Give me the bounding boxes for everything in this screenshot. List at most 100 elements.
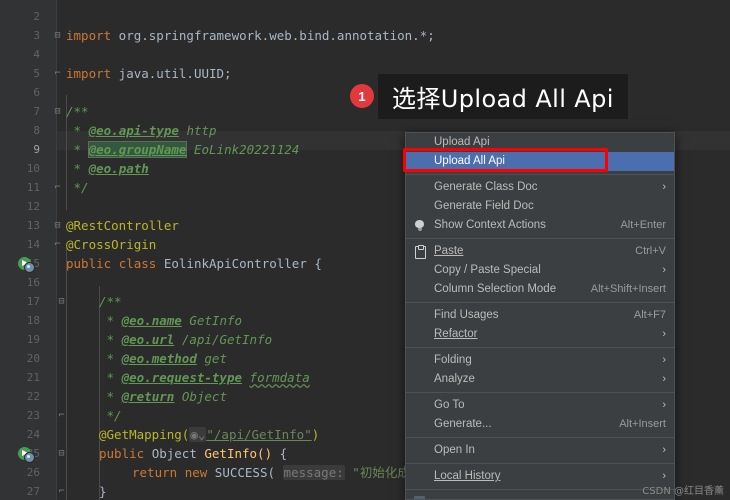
menu-item-column-selection-mode[interactable]: Column Selection Mode Alt+Shift+Insert (406, 280, 674, 299)
fold-end-icon[interactable]: ⌐ (52, 235, 63, 254)
menu-item-icon-slot (406, 178, 434, 197)
menu-separator (406, 437, 674, 438)
menu-item-icon-slot (406, 216, 434, 235)
line-number: 11 (26, 181, 40, 194)
menu-item-label: Refactor (434, 328, 478, 340)
menu-item-label: Copy / Paste Special (434, 264, 541, 276)
annotation-highlight-box (403, 148, 608, 172)
menu-item-shortcut: Alt+Shift+Insert (590, 283, 666, 295)
menu-separator (406, 238, 674, 239)
watermark: CSDN @红目香薰 (642, 486, 724, 497)
menu-item-paste[interactable]: Paste Ctrl+V (406, 242, 674, 261)
menu-item-icon-slot (406, 261, 434, 280)
clipboard-icon (415, 244, 426, 259)
menu-item-icon-slot (406, 441, 434, 460)
fold-marker-icon[interactable]: ⊟ (56, 444, 67, 463)
line-number: 3 (33, 29, 40, 42)
menu-item-generate-class-doc[interactable]: Generate Class Doc › (406, 178, 674, 197)
menu-separator (406, 489, 674, 490)
menu-item-shortcut: Alt+Enter (620, 219, 666, 231)
chevron-right-icon: › (662, 181, 666, 193)
line-number: 2 (33, 10, 40, 23)
menu-item-icon-slot (406, 493, 434, 499)
menu-item-icon-slot (406, 370, 434, 389)
parameter-hint: message: (282, 465, 345, 480)
line-number: 19 (26, 333, 40, 346)
menu-item-label: Generate Class Doc (434, 181, 538, 193)
menu-item-label: Analyze (434, 373, 475, 385)
chevron-right-icon: › (662, 470, 666, 482)
lightbulb-icon (415, 220, 424, 231)
run-spring-bean-icon[interactable] (18, 447, 35, 463)
menu-item-generate-field-doc[interactable]: Generate Field Doc (406, 197, 674, 216)
menu-item-icon-slot (406, 306, 434, 325)
chevron-right-icon: › (662, 264, 666, 276)
run-spring-bean-icon[interactable] (18, 257, 35, 273)
menu-item-copy-paste-special[interactable]: Copy / Paste Special › (406, 261, 674, 280)
menu-item-shortcut: Alt+Insert (619, 418, 666, 430)
fold-end-icon[interactable]: ⌐ (52, 64, 63, 83)
fold-end-icon[interactable]: ⌐ (56, 482, 67, 500)
fold-marker-icon[interactable]: ⊟ (52, 26, 63, 45)
menu-item-refactor[interactable]: Refactor › (406, 325, 674, 344)
fold-end-icon[interactable]: ⌐ (56, 406, 67, 425)
menu-item-icon-slot (406, 415, 434, 434)
menu-item-shortcut: Ctrl+V (635, 245, 666, 257)
chevron-right-icon: › (662, 444, 666, 456)
menu-item-icon-slot (406, 396, 434, 415)
fold-marker-icon[interactable]: ⊟ (52, 102, 63, 121)
annotation-callout-text: 选择Upload All Api (392, 85, 614, 113)
menu-item-go-to[interactable]: Go To › (406, 396, 674, 415)
annotation-callout: 选择Upload All Api (378, 74, 628, 119)
menu-separator (406, 392, 674, 393)
menu-item-local-history[interactable]: Local History › (406, 467, 674, 486)
menu-separator (406, 463, 674, 464)
line-number: 18 (26, 314, 40, 327)
menu-item-folding[interactable]: Folding › (406, 351, 674, 370)
line-number: 26 (26, 466, 40, 479)
chevron-right-icon: › (662, 373, 666, 385)
menu-item-show-context-actions[interactable]: Show Context Actions Alt+Enter (406, 216, 674, 235)
fold-marker-icon[interactable]: ⊟ (56, 292, 67, 311)
line-number: 17 (26, 295, 40, 308)
line-number: 20 (26, 352, 40, 365)
menu-item-analyze[interactable]: Analyze › (406, 370, 674, 389)
fold-end-icon[interactable]: ⌐ (52, 178, 63, 197)
menu-item-label: Folding (434, 354, 472, 366)
context-menu[interactable]: Upload Api Upload All Api Generate Class… (405, 132, 675, 500)
line-number: 5 (33, 67, 40, 80)
menu-item-icon-slot (406, 351, 434, 370)
code-line: 2 (0, 7, 730, 26)
line-number: 16 (26, 276, 40, 289)
line-number: 24 (26, 428, 40, 441)
menu-item-icon-slot (406, 467, 434, 486)
menu-item-label: Generate Field Doc (434, 200, 534, 212)
line-number: 10 (26, 162, 40, 175)
menu-item-compare-with-clipboard[interactable] (406, 493, 674, 499)
line-number: 8 (33, 124, 40, 137)
menu-item-icon-slot (406, 325, 434, 344)
menu-item-open-in[interactable]: Open In › (406, 441, 674, 460)
line-number: 4 (33, 48, 40, 61)
menu-item-find-usages[interactable]: Find Usages Alt+F7 (406, 306, 674, 325)
menu-item-shortcut: Alt+F7 (633, 309, 666, 321)
menu-item-label: Local History (434, 470, 501, 482)
menu-item-generate[interactable]: Generate... Alt+Insert (406, 415, 674, 434)
menu-item-icon-slot (406, 280, 434, 299)
chevron-right-icon: › (662, 328, 666, 340)
line-number: 14 (26, 238, 40, 251)
menu-item-icon-slot (406, 242, 434, 261)
ide-screenshot: 2 3 ⊟ import org.springframework.web.bin… (0, 0, 730, 500)
line-number: 13 (26, 219, 40, 232)
menu-item-label: Go To (434, 399, 465, 411)
menu-item-label: Open In (434, 444, 475, 456)
compare-icon (414, 496, 425, 499)
code-line: 4 (0, 45, 730, 64)
menu-item-label: Generate... (434, 418, 492, 430)
menu-item-label: Show Context Actions (434, 219, 546, 231)
chevron-right-icon: › (662, 399, 666, 411)
fold-marker-icon[interactable]: ⊟ (52, 216, 63, 235)
code-line: 3 ⊟ import org.springframework.web.bind.… (0, 26, 730, 45)
line-number: 12 (26, 200, 40, 213)
menu-item-label: Column Selection Mode (434, 283, 557, 295)
